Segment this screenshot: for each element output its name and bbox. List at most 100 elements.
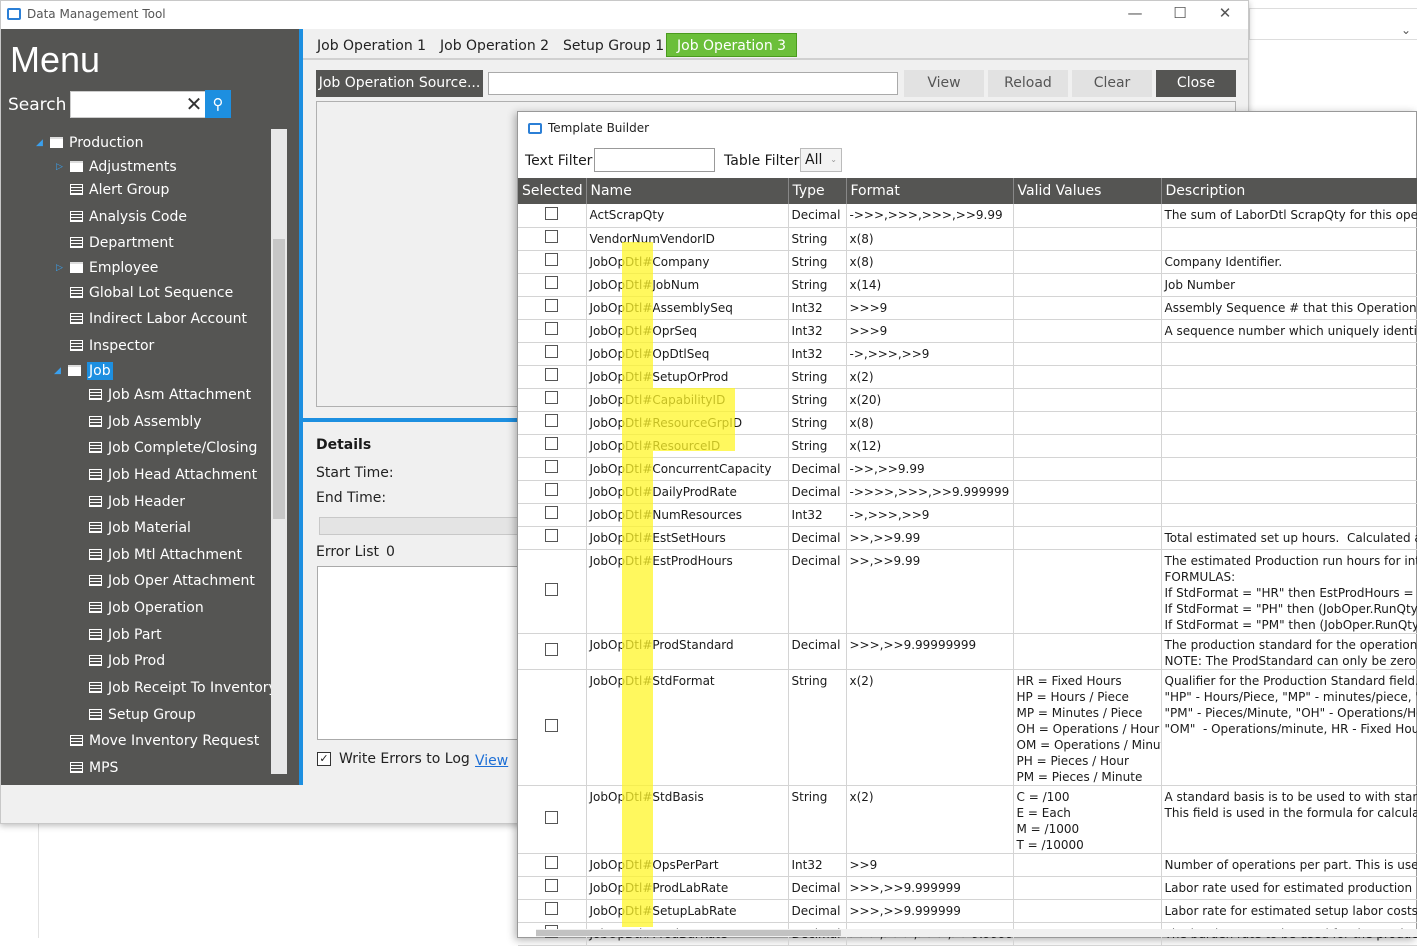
tree-item-job-assembly[interactable]: Job Assembly (89, 411, 202, 433)
view-log-link[interactable]: View (475, 753, 508, 769)
cell-valid (1013, 411, 1162, 435)
row-select-checkbox[interactable] (545, 642, 559, 656)
tab-job-operation-1[interactable]: Job Operation 1 (317, 34, 426, 58)
column-header-valid-values[interactable]: Valid Values (1013, 178, 1162, 204)
search-icon[interactable]: ⚲ (205, 90, 231, 118)
clear-button[interactable]: Clear (1072, 70, 1152, 97)
view-button[interactable]: View (904, 70, 984, 97)
row-select-checkbox[interactable] (545, 810, 559, 824)
document-icon (70, 287, 83, 298)
row-select-checkbox[interactable] (545, 391, 559, 404)
row-select-checkbox[interactable] (545, 206, 559, 220)
expand-icon[interactable]: ▷ (56, 156, 63, 178)
tree-item-label: Inspector (89, 338, 155, 354)
row-select-checkbox[interactable] (545, 529, 559, 542)
row-select-checkbox[interactable] (545, 506, 559, 519)
tree-item-inspector[interactable]: Inspector (70, 335, 154, 357)
cell-type: Int32 (788, 853, 847, 877)
tab-job-operation-3[interactable]: Job Operation 3 (666, 33, 798, 57)
tree-item-employee[interactable]: ▷ Employee (56, 257, 159, 279)
progress-bar (319, 517, 519, 535)
highlight-marker (622, 242, 653, 927)
row-select-checkbox[interactable] (545, 856, 559, 869)
tree-item-indirect-labor-account[interactable]: Indirect Labor Account (70, 308, 247, 330)
expand-icon[interactable]: ▷ (56, 257, 63, 279)
source-button[interactable]: Job Operation Source... (316, 70, 483, 97)
row-select-checkbox[interactable] (545, 902, 559, 915)
clear-search-icon[interactable]: ✕ (183, 92, 205, 117)
row-select-checkbox[interactable] (545, 437, 559, 450)
tree-item-move-inventory-request[interactable]: Move Inventory Request (70, 730, 259, 752)
tree-item-job-receipt-to-inventory[interactable]: Job Receipt To Inventory (89, 677, 277, 699)
tree-item-job-prod[interactable]: Job Prod (89, 650, 165, 672)
column-header-description[interactable]: Description (1161, 178, 1417, 204)
row-select-checkbox[interactable] (545, 483, 559, 496)
source-path-input[interactable] (488, 72, 898, 95)
tab-setup-group-1[interactable]: Setup Group 1 (563, 34, 664, 58)
tree-item-mps[interactable]: MPS (70, 757, 118, 779)
tree-item-job-part[interactable]: Job Part (89, 624, 162, 646)
column-header-selected[interactable]: Selected (518, 178, 587, 204)
text-filter-input[interactable] (594, 148, 715, 172)
tree-item-job-complete-closing[interactable]: Job Complete/Closing (89, 437, 257, 459)
row-select-checkbox[interactable] (545, 230, 559, 243)
tree-item-job-header[interactable]: Job Header (89, 491, 185, 513)
row-select-checkbox[interactable] (545, 322, 559, 335)
tree-item-production[interactable]: ◢ Production (36, 132, 143, 154)
cell-name: JobOpDtl#StdBasis (586, 785, 789, 854)
write-errors-checkbox[interactable]: ✓ (317, 752, 331, 766)
tree-item-label: Employee (89, 260, 159, 276)
cell-name: JobOpDtl#OprSeq (586, 319, 789, 343)
tree-item-job[interactable]: ◢ Job (54, 360, 113, 382)
row-select-checkbox[interactable] (545, 368, 559, 381)
collapse-icon[interactable]: ◢ (36, 132, 43, 154)
column-header-format[interactable]: Format (846, 178, 1014, 204)
column-header-name[interactable]: Name (586, 178, 789, 204)
row-select-checkbox[interactable] (545, 253, 559, 266)
tree-item-analysis-code[interactable]: Analysis Code (70, 206, 187, 228)
sidebar-splitter[interactable] (299, 29, 303, 785)
tree-item-job-mtl-attachment[interactable]: Job Mtl Attachment (89, 544, 242, 566)
row-select-checkbox[interactable] (545, 345, 559, 358)
tree-item-setup-group[interactable]: Setup Group (89, 704, 196, 726)
tree-scrollbar[interactable] (271, 129, 287, 774)
row-select-checkbox[interactable] (545, 414, 559, 427)
panel-splitter[interactable] (303, 418, 521, 422)
row-select-checkbox[interactable] (545, 718, 559, 732)
tree-item-job-oper-attachment[interactable]: Job Oper Attachment (89, 570, 255, 592)
cell-name: JobOpDtl#SetupOrProd (586, 365, 789, 389)
tree-item-department[interactable]: Department (70, 232, 174, 254)
error-list[interactable] (317, 566, 521, 740)
tree-item-job-head-attachment[interactable]: Job Head Attachment (89, 464, 257, 486)
tree-item-job-material[interactable]: Job Material (89, 517, 191, 539)
table-filter-select[interactable]: All ⌄ (800, 148, 842, 172)
tree-item-adjustments[interactable]: ▷ Adjustments (56, 156, 177, 178)
template-builder-window: Template Builder Text Filter Table Filte… (517, 111, 1417, 946)
table-row[interactable]: ActScrapQty Decimal ->>>,>>>,>>>,>>9.99 The… (518, 204, 1417, 228)
tree-item-alert-group[interactable]: Alert Group (70, 179, 169, 201)
column-header-type[interactable]: Type (788, 178, 847, 204)
document-icon (70, 762, 83, 773)
tree-item-global-lot-sequence[interactable]: Global Lot Sequence (70, 282, 233, 304)
cell-name: JobOpDtl#EstProdHours (586, 549, 789, 634)
document-icon (89, 496, 102, 507)
tree-item-job-operation[interactable]: Job Operation (89, 597, 204, 619)
row-select-checkbox[interactable] (545, 460, 559, 473)
document-icon (89, 629, 102, 640)
close-button[interactable]: Close (1156, 70, 1236, 97)
tree-item-job-asm-attachment[interactable]: Job Asm Attachment (89, 384, 251, 406)
reload-button[interactable]: Reload (988, 70, 1068, 97)
collapse-icon[interactable]: ◢ (54, 360, 61, 382)
minimize-button[interactable]: — (1123, 4, 1147, 26)
tree-item-label: Job Mtl Attachment (108, 547, 243, 563)
maximize-button[interactable]: ☐ (1168, 4, 1192, 26)
cell-type: Int32 (788, 319, 847, 343)
row-select-checkbox[interactable] (545, 582, 559, 596)
tab-job-operation-2[interactable]: Job Operation 2 (440, 34, 549, 58)
close-window-button[interactable]: ✕ (1213, 4, 1237, 26)
row-select-checkbox[interactable] (545, 879, 559, 892)
row-select-checkbox[interactable] (545, 299, 559, 312)
row-select-checkbox[interactable] (545, 276, 559, 289)
horizontal-scrollbar[interactable] (536, 929, 1417, 937)
cell-format: >>,>>9.99 (846, 526, 1014, 550)
